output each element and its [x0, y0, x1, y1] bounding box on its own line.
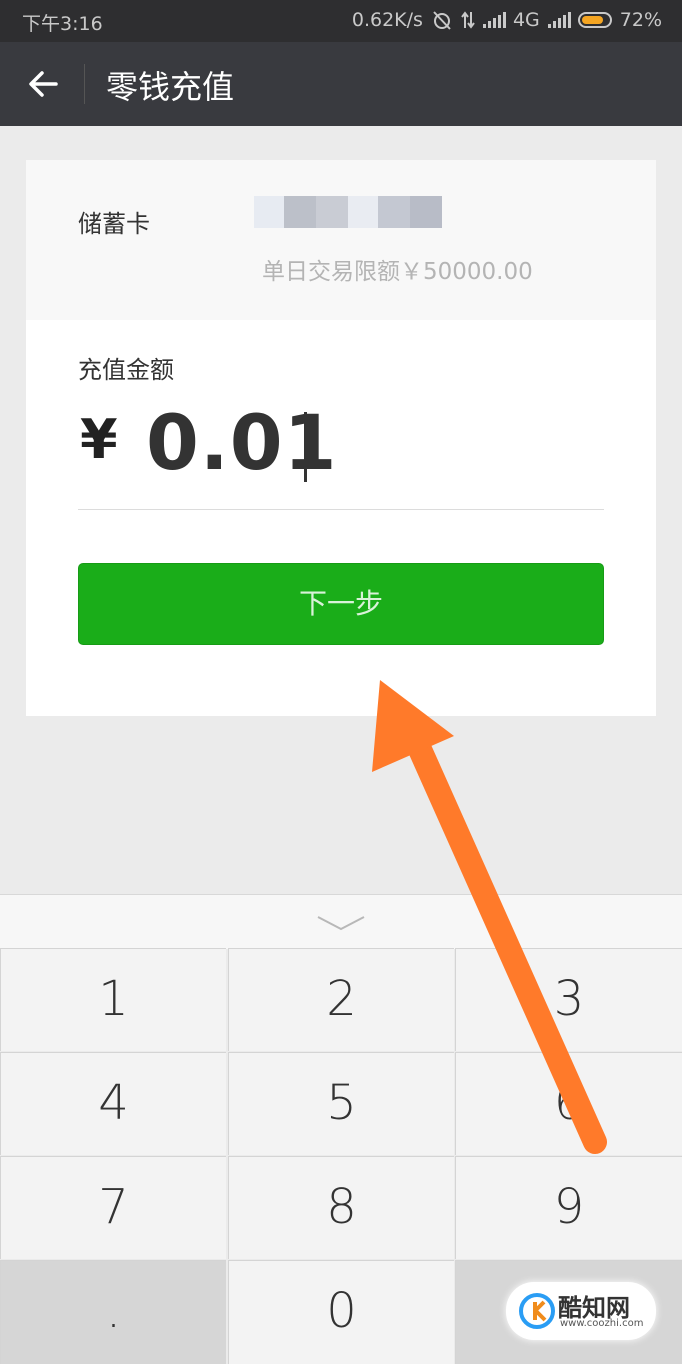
network-speed: 0.62K/s [351, 9, 423, 31]
amount-underline [78, 509, 604, 510]
status-bar: 下午3:16 0.62K/s 4G 72% [0, 0, 682, 42]
next-step-button[interactable]: 下一步 [78, 563, 604, 645]
text-cursor [304, 412, 307, 482]
key-0[interactable]: 0 [228, 1260, 454, 1364]
key-7[interactable]: 7 [0, 1156, 226, 1259]
coozhi-logo-icon [519, 1293, 555, 1329]
back-arrow-icon[interactable] [22, 62, 66, 106]
daily-limit-text: 单日交易限额￥50000.00 [262, 259, 533, 285]
amount-label: 充值金额 [78, 356, 174, 384]
bank-card-type: 储蓄卡 [78, 210, 150, 238]
key-9[interactable]: 9 [455, 1156, 682, 1259]
amount-input[interactable]: 0.01 [146, 398, 338, 487]
page-title: 零钱充值 [106, 68, 235, 106]
keyboard-header [0, 894, 682, 949]
coozhi-watermark: 酷知网 www.coozhi.com [506, 1282, 656, 1340]
battery-icon [577, 12, 612, 28]
currency-symbol: ¥ [80, 408, 118, 471]
network-type: 4G [512, 9, 540, 31]
signal-icon [482, 12, 506, 28]
key-5[interactable]: 5 [228, 1052, 454, 1155]
battery-level: 72% [619, 9, 662, 31]
watermark-url: www.coozhi.com [560, 1318, 644, 1329]
alarm-off-icon [433, 11, 451, 30]
key-3[interactable]: 3 [455, 948, 682, 1051]
key-8[interactable]: 8 [228, 1156, 454, 1259]
recharge-card: 储蓄卡 单日交易限额￥50000.00 充值金额 ¥ 0.01 下一步 [26, 160, 656, 716]
nav-bar: 零钱充值 [0, 42, 682, 126]
nav-divider [84, 64, 85, 104]
key-decimal[interactable]: . [0, 1260, 226, 1364]
key-2[interactable]: 2 [228, 948, 454, 1051]
masked-card-number [254, 196, 442, 228]
key-4[interactable]: 4 [0, 1052, 226, 1155]
signal-icon-secondary [547, 12, 571, 28]
status-time: 下午3:16 [22, 13, 103, 35]
key-6[interactable]: 6 [455, 1052, 682, 1155]
status-icons: 0.62K/s 4G 72% [352, 9, 662, 31]
data-transfer-icon [461, 11, 475, 29]
key-1[interactable]: 1 [0, 948, 226, 1051]
chevron-down-icon[interactable] [316, 913, 366, 933]
bank-card-selector[interactable]: 储蓄卡 单日交易限额￥50000.00 [26, 160, 656, 320]
